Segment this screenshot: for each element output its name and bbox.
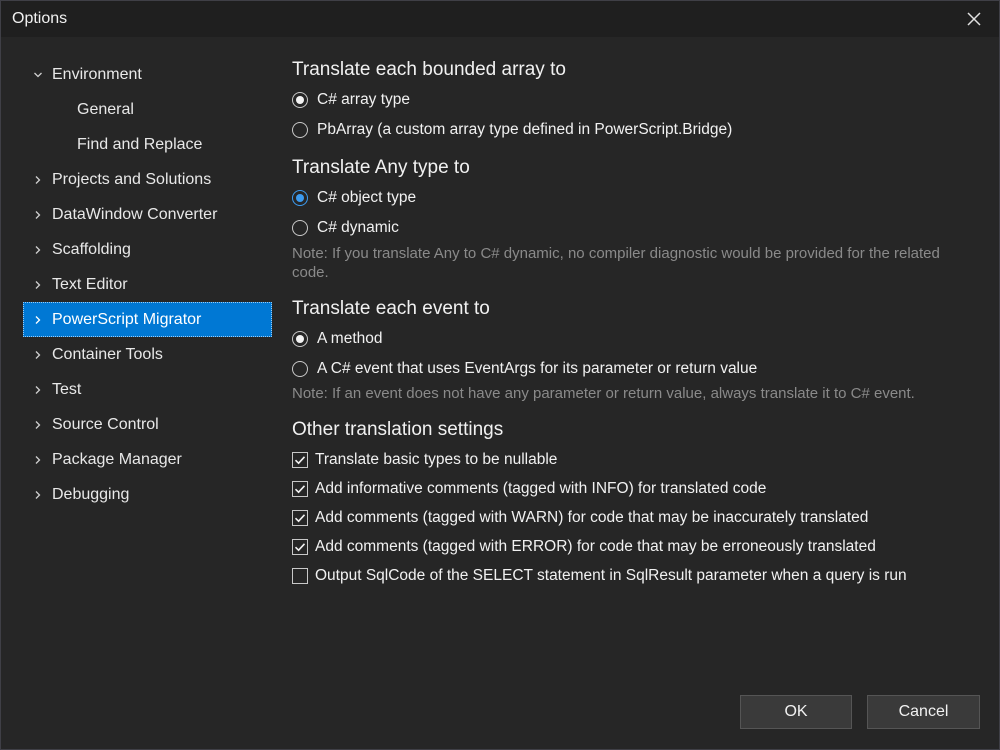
tree-item-label: Package Manager bbox=[52, 450, 182, 468]
checkbox-label: Translate basic types to be nullable bbox=[315, 450, 558, 468]
other-settings-checkboxes: Translate basic types to be nullable Add … bbox=[292, 445, 979, 590]
radio-method[interactable]: A method bbox=[292, 324, 979, 354]
radio-csharp-object[interactable]: C# object type bbox=[292, 183, 979, 213]
options-tree: Environment General Find and Replace Projec… bbox=[23, 57, 272, 512]
tree-item-label: Projects and Solutions bbox=[52, 170, 212, 188]
checkbox-label: Add informative comments (tagged with IN… bbox=[315, 479, 767, 497]
radio-label: C# object type bbox=[317, 189, 417, 206]
radio-label: A C# event that uses EventArgs for its p… bbox=[317, 360, 758, 377]
checkbox-row[interactable]: Translate basic types to be nullable bbox=[292, 445, 979, 474]
chevron-right-icon[interactable] bbox=[23, 210, 52, 220]
radio-selected-icon[interactable] bbox=[292, 190, 308, 206]
radio-csharp-array[interactable]: C# array type bbox=[292, 85, 979, 115]
radio-label: C# dynamic bbox=[317, 219, 399, 236]
checkbox-checked-icon[interactable] bbox=[292, 509, 308, 526]
checkbox-label: Add comments (tagged with ERROR) for cod… bbox=[315, 537, 876, 555]
tree-item-projects-and-solutions[interactable]: Projects and Solutions bbox=[23, 162, 272, 197]
radio-pbarray[interactable]: PbArray (a custom array type defined in … bbox=[292, 115, 979, 145]
chevron-right-icon[interactable] bbox=[23, 175, 52, 185]
close-icon bbox=[967, 12, 981, 26]
radio-label: A method bbox=[317, 330, 383, 347]
tree-item-label: Text Editor bbox=[52, 275, 128, 293]
checkbox-row[interactable]: Add informative comments (tagged with IN… bbox=[292, 474, 979, 503]
tree-item-container-tools[interactable]: Container Tools bbox=[23, 337, 272, 372]
cancel-button[interactable]: Cancel bbox=[867, 695, 980, 729]
tree-item-test[interactable]: Test bbox=[23, 372, 272, 407]
tree-item-text-editor[interactable]: Text Editor bbox=[23, 267, 272, 302]
tree-item-label: Source Control bbox=[52, 415, 159, 433]
checkbox-row[interactable]: Output SqlCode of the SELECT statement i… bbox=[292, 561, 979, 590]
section-title-event: Translate each event to bbox=[292, 298, 490, 319]
tree-item-environment[interactable]: Environment bbox=[23, 57, 272, 92]
section-title-bounded-array: Translate each bounded array to bbox=[292, 59, 566, 80]
radio-icon[interactable] bbox=[292, 220, 308, 236]
tree-item-label: Scaffolding bbox=[52, 240, 131, 258]
section-title-any-type: Translate Any type to bbox=[292, 157, 470, 178]
checkbox-checked-icon[interactable] bbox=[292, 451, 308, 468]
radio-csharp-event[interactable]: A C# event that uses EventArgs for its p… bbox=[292, 354, 979, 384]
checkbox-checked-icon[interactable] bbox=[292, 538, 308, 555]
tree-item-label: Debugging bbox=[52, 485, 130, 503]
radio-csharp-dynamic[interactable]: C# dynamic bbox=[292, 213, 979, 243]
chevron-right-icon[interactable] bbox=[23, 385, 52, 395]
tree-item-datawindow-converter[interactable]: DataWindow Converter bbox=[23, 197, 272, 232]
radio-icon[interactable] bbox=[292, 122, 308, 138]
tree-item-powerscript-migrator[interactable]: PowerScript Migrator bbox=[23, 302, 272, 337]
tree-item-label: Environment bbox=[52, 65, 142, 83]
checkbox-label: Output SqlCode of the SELECT statement i… bbox=[315, 566, 907, 584]
chevron-right-icon[interactable] bbox=[23, 245, 52, 255]
event-note: Note: If an event does not have any para… bbox=[292, 385, 915, 402]
radio-selected-icon[interactable] bbox=[292, 331, 308, 347]
chevron-right-icon[interactable] bbox=[23, 490, 52, 500]
chevron-right-icon[interactable] bbox=[23, 420, 52, 430]
checkbox-icon[interactable] bbox=[292, 567, 308, 584]
dialog-content: Environment General Find and Replace Projec… bbox=[1, 37, 999, 749]
any-type-note: Note: If you translate Any to C# dynamic… bbox=[292, 245, 940, 281]
tree-item-label: DataWindow Converter bbox=[52, 205, 218, 223]
tree-item-label: Container Tools bbox=[52, 345, 163, 363]
checkbox-label: Add comments (tagged with WARN) for code… bbox=[315, 508, 869, 526]
radio-selected-icon[interactable] bbox=[292, 92, 308, 108]
title-bar: Options bbox=[1, 1, 999, 37]
chevron-right-icon[interactable] bbox=[23, 455, 52, 465]
tree-item-debugging[interactable]: Debugging bbox=[23, 477, 272, 512]
close-button[interactable] bbox=[961, 6, 987, 32]
tree-item-scaffolding[interactable]: Scaffolding bbox=[23, 232, 272, 267]
section-title-other: Other translation settings bbox=[292, 419, 504, 440]
chevron-down-icon[interactable] bbox=[23, 70, 52, 80]
window-title: Options bbox=[12, 10, 68, 27]
radio-icon[interactable] bbox=[292, 361, 308, 377]
checkbox-checked-icon[interactable] bbox=[292, 480, 308, 497]
tree-item-label: PowerScript Migrator bbox=[52, 310, 202, 328]
chevron-right-icon[interactable] bbox=[23, 350, 52, 360]
checkbox-row[interactable]: Add comments (tagged with WARN) for code… bbox=[292, 503, 979, 532]
radio-label: C# array type bbox=[317, 91, 411, 108]
radio-label: PbArray (a custom array type defined in … bbox=[317, 121, 733, 138]
tree-item-package-manager[interactable]: Package Manager bbox=[23, 442, 272, 477]
tree-item-label: Find and Replace bbox=[77, 135, 203, 153]
settings-panel: Translate each bounded array to C# array… bbox=[292, 55, 979, 590]
chevron-right-icon[interactable] bbox=[23, 315, 52, 325]
options-dialog: Options Environment General Find and Repla… bbox=[0, 0, 1000, 750]
tree-item-source-control[interactable]: Source Control bbox=[23, 407, 272, 442]
ok-button[interactable]: OK bbox=[740, 695, 852, 729]
checkbox-row[interactable]: Add comments (tagged with ERROR) for cod… bbox=[292, 532, 979, 561]
tree-item-general[interactable]: General bbox=[23, 92, 272, 127]
tree-item-label: General bbox=[77, 100, 134, 118]
chevron-right-icon[interactable] bbox=[23, 280, 52, 290]
tree-item-find-and-replace[interactable]: Find and Replace bbox=[23, 127, 272, 162]
tree-item-label: Test bbox=[52, 380, 82, 398]
